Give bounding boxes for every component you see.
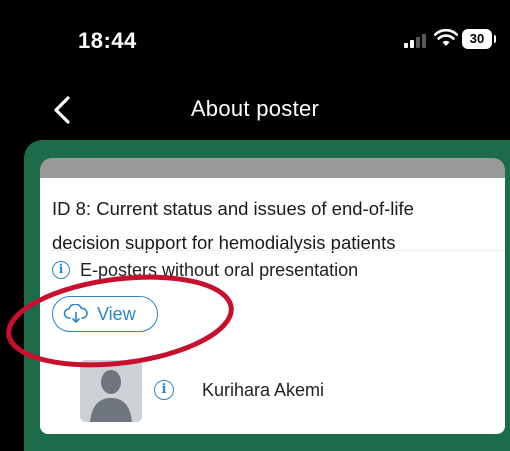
author-row[interactable]: i Kurihara Akemi <box>80 360 480 422</box>
wifi-icon <box>434 28 458 46</box>
cloud-download-icon <box>63 304 88 323</box>
nav-bar: About poster <box>0 80 510 140</box>
signal-icon <box>404 32 426 48</box>
poster-header-strip <box>40 158 505 178</box>
poster-card: ID 8: Current status and issues of end-o… <box>40 178 505 434</box>
battery-icon: 30 <box>462 29 496 49</box>
view-button-label: View <box>97 304 136 324</box>
view-button[interactable]: View <box>52 296 158 332</box>
default-avatar-icon <box>80 360 142 422</box>
info-icon: i <box>52 261 70 279</box>
author-info-icon[interactable]: i <box>154 380 174 400</box>
author-name: Kurihara Akemi <box>202 380 325 400</box>
category-label: E-posters without oral presentation <box>80 260 359 280</box>
page-title: About poster <box>190 96 320 121</box>
avatar <box>80 360 142 422</box>
divider <box>52 250 505 251</box>
status-time: 18:44 <box>78 28 137 53</box>
status-bar: 18:44 30 <box>0 0 510 80</box>
